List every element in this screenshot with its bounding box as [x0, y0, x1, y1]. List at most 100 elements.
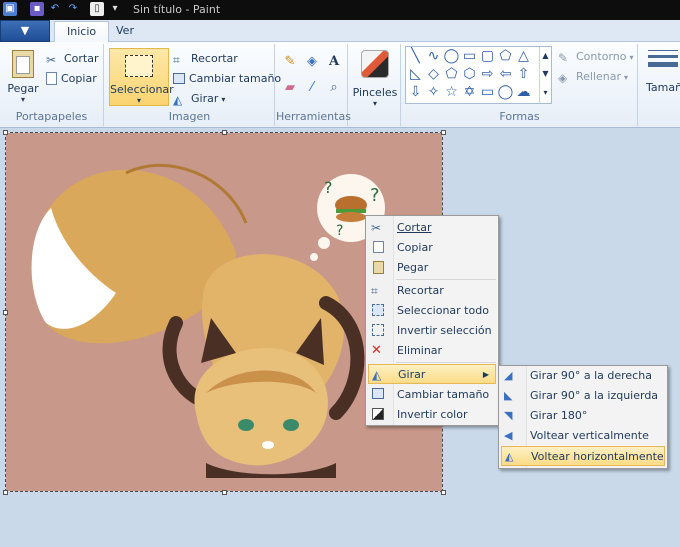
- resize-button[interactable]: Cambiar tamaño: [173, 70, 281, 88]
- rotate-left-icon: ◣: [504, 389, 513, 402]
- select-button[interactable]: Seleccionar ▾: [109, 48, 174, 106]
- new-file-icon[interactable]: ▯: [90, 2, 104, 16]
- paste-button[interactable]: Pegar ▾: [6, 48, 40, 104]
- resize-label: Cambiar tamaño: [189, 72, 282, 85]
- fill-label: Rellenar: [576, 70, 622, 83]
- cloud-callout-shape-icon[interactable]: ☁: [515, 84, 532, 101]
- customize-qat-icon[interactable]: ▾: [108, 2, 122, 16]
- submenu-item-flip-horizontal[interactable]: ◭ Voltear horizontalmente: [501, 446, 665, 466]
- text-icon[interactable]: A: [324, 52, 344, 72]
- submenu-item-rotate-left[interactable]: ◣ Girar 90° a la izquierda: [501, 386, 665, 406]
- menu-separator: [396, 362, 496, 363]
- brush-icon: [361, 50, 389, 78]
- submenu-item-flip-vertical[interactable]: ◀ Voltear verticalmente: [501, 426, 665, 446]
- size-button[interactable]: Tamaño: [640, 46, 680, 102]
- redo-icon[interactable]: ↷: [66, 2, 80, 16]
- menu-item-cambiar-tamano[interactable]: Cambiar tamaño: [368, 385, 496, 405]
- menu-item-label: Pegar: [397, 261, 429, 274]
- menu-separator: [396, 279, 496, 280]
- flip-vertical-icon: ◀: [504, 429, 513, 442]
- shapes-expand-icon[interactable]: ▾: [539, 83, 551, 103]
- rounded-rectangle-shape-icon[interactable]: ▢: [479, 48, 496, 65]
- selection-handle-top-center[interactable]: [222, 130, 227, 135]
- pentagon-shape-icon[interactable]: ⬠: [443, 66, 460, 83]
- select-label: Seleccionar: [110, 83, 174, 96]
- menu-item-label: Recortar: [397, 284, 444, 297]
- six-point-star-shape-icon[interactable]: ✡: [461, 84, 478, 101]
- menu-item-recortar[interactable]: ⌗ Recortar: [368, 281, 496, 301]
- menu-item-label: Girar: [398, 368, 426, 381]
- down-arrow-shape-icon[interactable]: ⇩: [407, 84, 424, 101]
- copy-label: Copiar: [61, 72, 97, 85]
- hexagon-shape-icon[interactable]: ⬡: [461, 66, 478, 83]
- size-label: Tamaño: [646, 81, 680, 94]
- oval-callout-shape-icon[interactable]: ◯: [497, 84, 514, 101]
- selection-handle-bottom-right[interactable]: [441, 490, 446, 495]
- up-arrow-shape-icon[interactable]: ⇧: [515, 66, 532, 83]
- selection-handle-middle-left[interactable]: [3, 310, 8, 315]
- right-triangle-shape-icon[interactable]: ◺: [407, 66, 424, 83]
- tab-ver[interactable]: Ver: [104, 21, 146, 42]
- menu-item-copiar[interactable]: Copiar: [368, 238, 496, 258]
- diamond-shape-icon[interactable]: ◇: [425, 66, 442, 83]
- crop-icon: ⌗: [371, 284, 378, 298]
- menu-item-cortar[interactable]: ✂ Cortar: [368, 218, 496, 238]
- invert-color-icon: [372, 408, 384, 420]
- submenu-item-rotate-right[interactable]: ◢ Girar 90° a la derecha: [501, 366, 665, 386]
- fill-bucket-icon[interactable]: ◈: [302, 52, 322, 72]
- group-label-herramientas: Herramientas: [276, 110, 351, 123]
- tab-inicio[interactable]: Inicio: [54, 21, 110, 42]
- eraser-icon[interactable]: ▰: [280, 78, 300, 98]
- right-arrow-shape-icon[interactable]: ⇨: [479, 66, 496, 83]
- chevron-down-icon: ▾: [624, 73, 629, 82]
- menu-item-label: Seleccionar todo: [397, 304, 489, 317]
- canvas-workspace[interactable]: ? ? ?: [0, 129, 680, 547]
- shapes-scroll-up-icon[interactable]: ▲: [539, 47, 551, 65]
- selection-handle-top-right[interactable]: [441, 130, 446, 135]
- resize-icon: [372, 388, 384, 399]
- menu-item-label: Cortar: [397, 221, 432, 234]
- triangle-shape-icon[interactable]: △: [515, 48, 532, 65]
- submenu-item-label: Voltear horizontalmente: [531, 450, 664, 463]
- menu-item-invertir-color[interactable]: Invertir color: [368, 405, 496, 425]
- outline-button[interactable]: ✎ Contorno ▾: [558, 48, 633, 66]
- selection-handle-top-left[interactable]: [3, 130, 8, 135]
- four-point-star-shape-icon[interactable]: ✧: [425, 84, 442, 101]
- submenu-item-rotate-180[interactable]: ◥ Girar 180°: [501, 406, 665, 426]
- menu-item-invertir-seleccion[interactable]: Invertir selección: [368, 321, 496, 341]
- left-arrow-shape-icon[interactable]: ⇦: [497, 66, 514, 83]
- copy-button[interactable]: Copiar: [46, 70, 97, 88]
- menu-item-seleccionar-todo[interactable]: Seleccionar todo: [368, 301, 496, 321]
- color-picker-icon[interactable]: ⁄: [302, 78, 322, 98]
- selection-handle-bottom-center[interactable]: [222, 490, 227, 495]
- ribbon-tabs: ▼ Inicio Ver: [0, 20, 680, 42]
- menu-item-eliminar[interactable]: ✕ Eliminar: [368, 341, 496, 361]
- file-menu-button[interactable]: ▼: [0, 20, 50, 42]
- undo-icon[interactable]: ↶: [48, 2, 62, 16]
- brushes-button[interactable]: Pinceles ▾: [351, 48, 399, 108]
- menu-item-girar[interactable]: ◭ Girar ▶: [368, 364, 496, 384]
- shapes-scroll-down-icon[interactable]: ▼: [539, 65, 551, 83]
- rectangle-shape-icon[interactable]: ▭: [461, 48, 478, 65]
- fill-button[interactable]: ◈ Rellenar ▾: [558, 68, 628, 86]
- paste-icon: [12, 50, 34, 78]
- crop-button[interactable]: ⌗ Recortar: [173, 50, 238, 68]
- polygon-shape-icon[interactable]: ⬠: [497, 48, 514, 65]
- menu-item-pegar[interactable]: Pegar: [368, 258, 496, 278]
- group-label-imagen: Imagen: [168, 110, 211, 123]
- rounded-callout-shape-icon[interactable]: ▭: [479, 84, 496, 101]
- magnifier-icon[interactable]: ⌕: [324, 78, 344, 98]
- context-menu: ✂ Cortar Copiar Pegar ⌗ Recortar Selecci…: [365, 215, 499, 426]
- save-icon[interactable]: ▪: [30, 2, 44, 16]
- paint-app-icon[interactable]: ▣: [3, 2, 17, 16]
- cut-button[interactable]: ✂ Cortar: [46, 50, 99, 68]
- rotate-button[interactable]: ◭ Girar ▾: [173, 90, 225, 108]
- chevron-down-icon: ▾: [221, 95, 226, 104]
- pencil-icon[interactable]: ✎: [280, 52, 300, 72]
- five-point-star-shape-icon[interactable]: ☆: [443, 84, 460, 101]
- selection-handle-bottom-left[interactable]: [3, 490, 8, 495]
- copy-icon: [373, 241, 384, 253]
- curve-shape-icon[interactable]: ∿: [425, 48, 442, 65]
- line-shape-icon[interactable]: ╲: [407, 48, 424, 65]
- oval-shape-icon[interactable]: ◯: [443, 48, 460, 65]
